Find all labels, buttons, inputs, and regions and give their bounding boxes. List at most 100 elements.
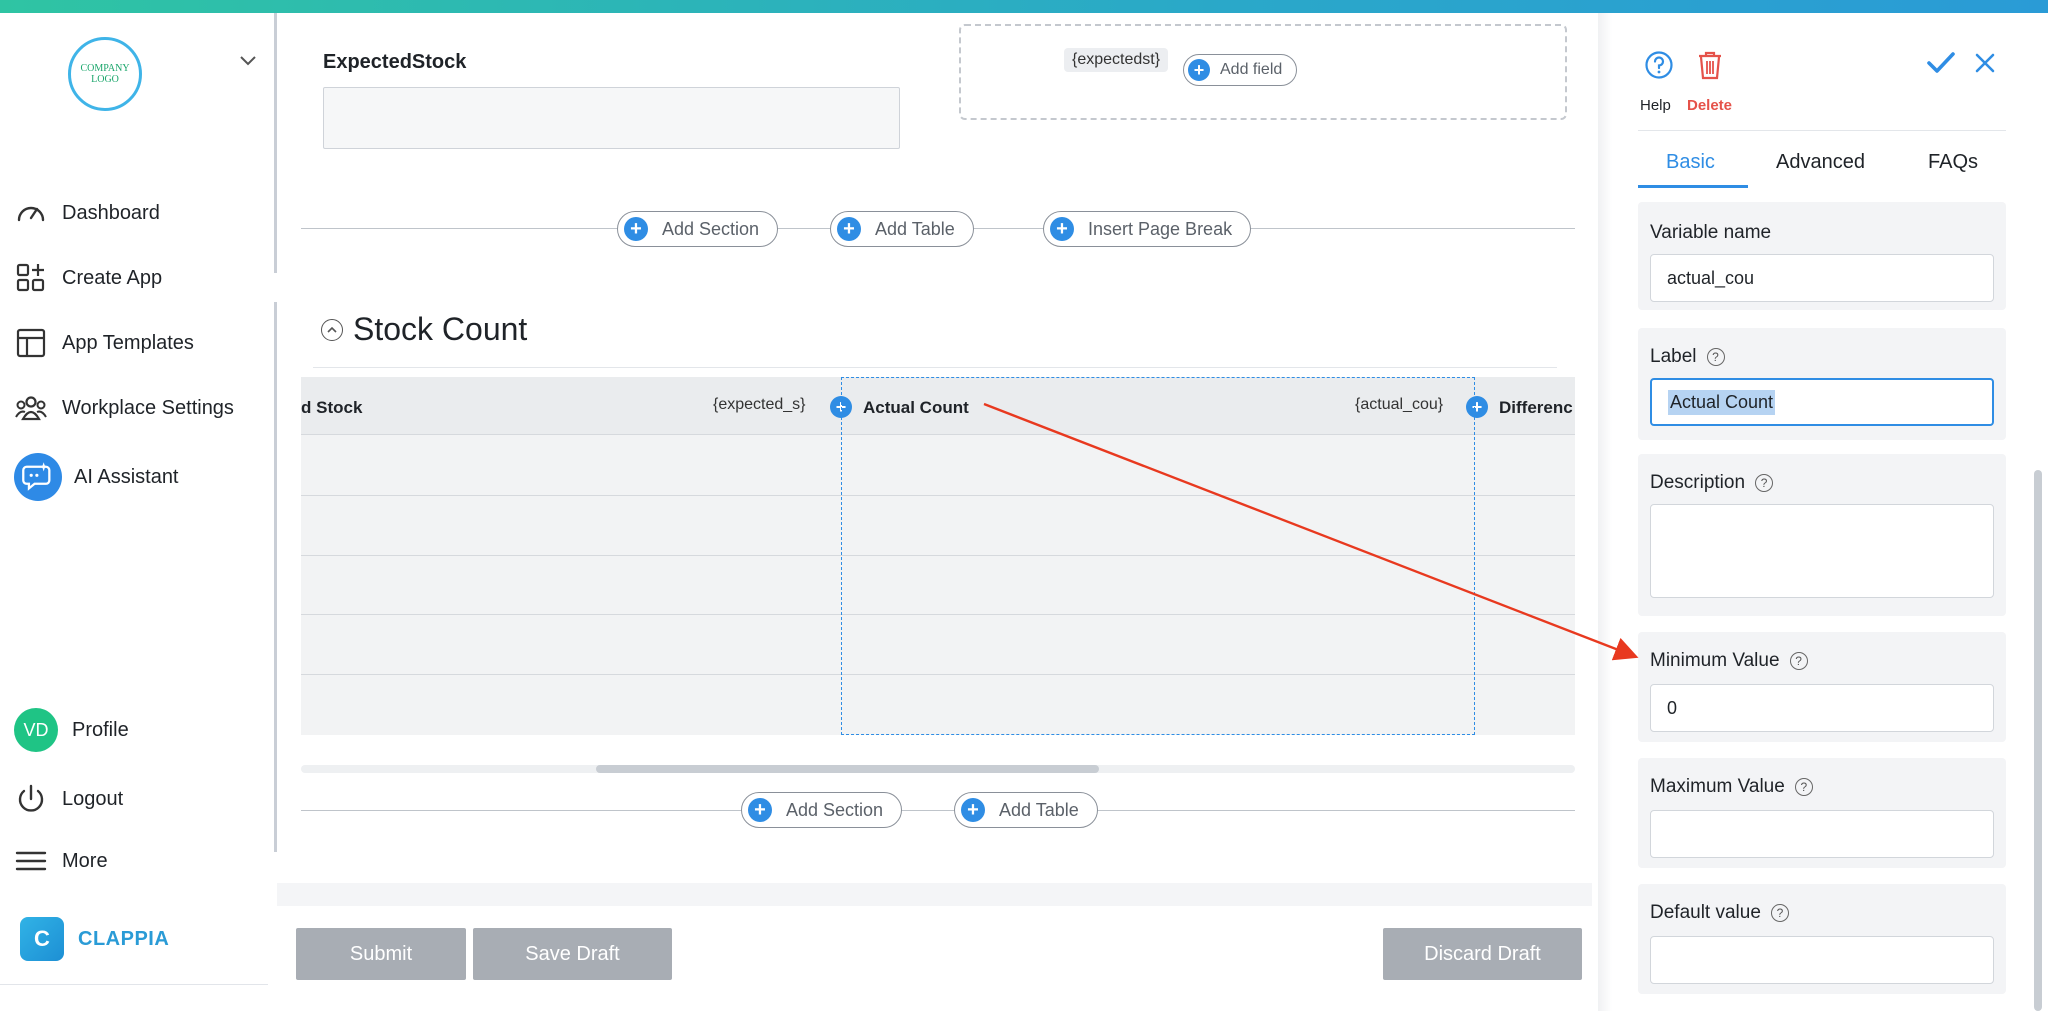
sidebar: COMPANY LOGO Dashboard Create App App Te… bbox=[0, 13, 268, 1011]
plus-icon: + bbox=[748, 798, 772, 822]
close-icon[interactable] bbox=[1974, 52, 1996, 79]
add-field-button[interactable]: + Add field bbox=[1183, 54, 1298, 86]
create-app-icon bbox=[16, 263, 45, 292]
section-header[interactable]: Stock Count bbox=[321, 311, 527, 348]
field-title-text: Label bbox=[1650, 346, 1697, 367]
question-icon[interactable]: ? bbox=[1755, 474, 1774, 492]
field-title: Description? bbox=[1650, 472, 1774, 494]
field-title-text: Maximum Value bbox=[1650, 776, 1785, 797]
sidebar-item-ai-assistant[interactable]: AI Assistant bbox=[14, 453, 179, 501]
horizontal-scrollbar[interactable] bbox=[301, 765, 1575, 773]
field-title: Label? bbox=[1650, 346, 1725, 368]
label-card: Label? Actual Count bbox=[1638, 328, 2006, 440]
gauge-icon bbox=[17, 206, 45, 222]
default-value-input[interactable] bbox=[1650, 936, 1994, 984]
panel-shadow bbox=[1598, 13, 1612, 1011]
form-canvas: ExpectedStock {expectedst} + Add field +… bbox=[277, 13, 1592, 883]
column-variable: {expected_s} bbox=[713, 396, 806, 413]
add-field-dropzone[interactable]: + Add field bbox=[959, 24, 1567, 120]
help-icon[interactable] bbox=[1644, 50, 1674, 85]
expected-stock-input[interactable] bbox=[323, 87, 900, 149]
plus-icon: + bbox=[1050, 217, 1074, 241]
label-input[interactable]: Actual Count bbox=[1650, 378, 1994, 426]
sidebar-item-label: AI Assistant bbox=[74, 465, 179, 488]
variable-name-card: Variable name actual_cou bbox=[1638, 202, 2006, 310]
scrollbar-thumb[interactable] bbox=[596, 765, 1099, 773]
menu-icon bbox=[15, 851, 47, 871]
selected-column-outline[interactable] bbox=[841, 377, 1475, 735]
brand[interactable]: C CLAPPIA bbox=[20, 917, 169, 961]
people-icon bbox=[15, 396, 47, 421]
sidebar-item-more[interactable]: More bbox=[14, 841, 108, 881]
avatar: VD bbox=[14, 708, 58, 752]
sidebar-item-app-templates[interactable]: App Templates bbox=[14, 323, 194, 363]
discard-draft-button[interactable]: Discard Draft bbox=[1383, 928, 1582, 980]
tab-faqs[interactable]: FAQs bbox=[1928, 151, 1978, 174]
plus-icon: + bbox=[961, 798, 985, 822]
button-label: Add Section bbox=[662, 218, 760, 239]
delete-label[interactable]: Delete bbox=[1687, 97, 1732, 114]
field-title: Variable name bbox=[1650, 222, 1771, 244]
divider bbox=[301, 810, 1575, 811]
question-icon[interactable]: ? bbox=[1789, 652, 1808, 670]
column-header[interactable]: d Stock bbox=[301, 398, 362, 418]
field-label: ExpectedStock bbox=[323, 51, 467, 73]
minimum-value-input[interactable]: 0 bbox=[1650, 684, 1994, 732]
top-gradient-bar bbox=[0, 0, 2048, 13]
insert-page-break-button[interactable]: + Insert Page Break bbox=[1043, 211, 1252, 247]
button-label: Add Table bbox=[875, 218, 955, 239]
trash-icon[interactable] bbox=[1696, 50, 1724, 85]
question-icon[interactable]: ? bbox=[1794, 778, 1813, 796]
panel-tabs: Basic Advanced FAQs bbox=[1638, 130, 2006, 188]
tab-advanced[interactable]: Advanced bbox=[1776, 151, 1865, 174]
button-label: Insert Page Break bbox=[1088, 218, 1233, 239]
sidebar-item-dashboard[interactable]: Dashboard bbox=[14, 193, 160, 233]
company-logo[interactable]: COMPANY LOGO bbox=[68, 37, 142, 111]
variable-name-input[interactable]: actual_cou bbox=[1650, 254, 1994, 302]
templates-icon bbox=[16, 328, 46, 358]
brand-name: CLAPPIA bbox=[78, 927, 170, 950]
help-label[interactable]: Help bbox=[1640, 97, 1671, 114]
plus-icon: + bbox=[624, 217, 648, 241]
sidebar-item-label: More bbox=[62, 849, 108, 872]
sidebar-item-profile[interactable]: VD Profile bbox=[14, 708, 129, 752]
selected-text: Actual Count bbox=[1668, 389, 1776, 415]
field-title-text: Default value bbox=[1650, 902, 1761, 923]
add-section-button[interactable]: + Add Section bbox=[617, 211, 779, 247]
description-card: Description? bbox=[1638, 454, 2006, 616]
button-label: Add Table bbox=[999, 799, 1079, 820]
question-icon[interactable]: ? bbox=[1706, 348, 1725, 366]
default-value-card: Default value? bbox=[1638, 884, 2006, 994]
section-title: Stock Count bbox=[353, 311, 528, 347]
vertical-scrollbar[interactable] bbox=[2034, 470, 2042, 1011]
description-textarea[interactable] bbox=[1650, 504, 1994, 598]
ai-chat-icon bbox=[14, 453, 62, 501]
sidebar-item-label: App Templates bbox=[62, 331, 194, 354]
add-section-button[interactable]: + Add Section bbox=[741, 792, 903, 828]
logo-line2: LOGO bbox=[91, 74, 119, 85]
maximum-value-input[interactable] bbox=[1650, 810, 1994, 858]
tab-basic[interactable]: Basic bbox=[1666, 151, 1715, 174]
logo-line1: COMPANY bbox=[80, 63, 130, 74]
button-label: Add Section bbox=[786, 799, 884, 820]
sidebar-item-create-app[interactable]: Create App bbox=[14, 258, 162, 298]
field-title-text: Minimum Value bbox=[1650, 650, 1780, 671]
chevron-up-icon[interactable] bbox=[321, 318, 343, 341]
add-table-button[interactable]: + Add Table bbox=[954, 792, 1098, 828]
sidebar-item-workplace-settings[interactable]: Workplace Settings bbox=[14, 388, 234, 428]
divider bbox=[313, 367, 1557, 368]
column-header[interactable]: Differenc bbox=[1499, 398, 1573, 418]
submit-button[interactable]: Submit bbox=[296, 928, 466, 980]
minimum-value-card: Minimum Value? 0 bbox=[1638, 632, 2006, 742]
sidebar-item-logout[interactable]: Logout bbox=[14, 779, 123, 819]
chevron-down-icon[interactable] bbox=[240, 53, 256, 71]
sidebar-item-label: Dashboard bbox=[62, 201, 160, 224]
field-title: Maximum Value? bbox=[1650, 776, 1813, 798]
maximum-value-card: Maximum Value? bbox=[1638, 758, 2006, 868]
sidebar-item-label: Workplace Settings bbox=[62, 396, 234, 419]
add-table-button[interactable]: + Add Table bbox=[830, 211, 974, 247]
question-icon[interactable]: ? bbox=[1770, 904, 1789, 922]
check-icon[interactable] bbox=[1926, 50, 1956, 81]
field-title: Minimum Value? bbox=[1650, 650, 1808, 672]
save-draft-button[interactable]: Save Draft bbox=[473, 928, 672, 980]
